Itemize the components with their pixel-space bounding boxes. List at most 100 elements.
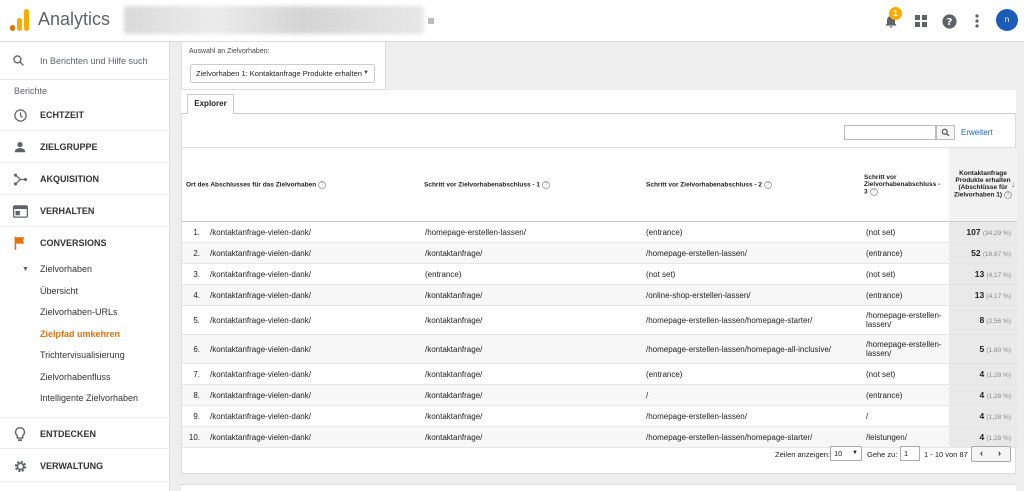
- cell-goal-completion[interactable]: /kontaktanfrage-vielen-dank/: [206, 242, 421, 264]
- col-header-goal-completion[interactable]: Ort des Abschlusses für das Zielvorhaben…: [182, 147, 421, 222]
- row-index: 8.: [182, 384, 206, 406]
- cell-step-1[interactable]: /kontaktanfrage/: [421, 305, 642, 335]
- nav-label: VERHALTEN: [40, 206, 95, 216]
- cell-goal-completion[interactable]: /kontaktanfrage-vielen-dank/: [206, 384, 421, 406]
- col-header-goal-completions[interactable]: Kontaktanfrage Produkte erhalten (Abschl…: [949, 147, 1017, 222]
- col-header-step-3[interactable]: Schritt vor Zielvorhabenabschluss - 3?: [862, 147, 949, 222]
- cell-step-3[interactable]: (entrance): [862, 242, 949, 264]
- goto-input[interactable]: 1: [900, 446, 920, 461]
- behavior-icon: [12, 203, 28, 219]
- nav-item-conversions[interactable]: CONVERSIONS: [0, 227, 170, 259]
- search-input[interactable]: In Berichten und Hilfe such: [40, 56, 148, 66]
- analytics-logo-icon[interactable]: [10, 9, 30, 31]
- cell-step-3[interactable]: (not set): [862, 363, 949, 385]
- cell-step-2[interactable]: /homepage-erstellen-lassen/homepage-all-…: [642, 334, 862, 364]
- sub-item-zielvorhabenfluss[interactable]: Zielvorhabenfluss: [40, 372, 111, 382]
- prev-page-icon[interactable]: ‹: [980, 448, 983, 458]
- help-icon[interactable]: ?: [763, 180, 772, 189]
- cell-step-1[interactable]: /kontaktanfrage/: [421, 284, 642, 306]
- table-row: 4./kontaktanfrage-vielen-dank//kontaktan…: [182, 284, 1017, 306]
- nav-item-echtzeit[interactable]: ECHTZEIT: [0, 99, 170, 131]
- account-dropdown-icon[interactable]: [428, 18, 434, 24]
- nav-item-akquisition[interactable]: AKQUISITION: [0, 163, 170, 195]
- apps-grid-icon[interactable]: [910, 10, 932, 32]
- col-header-step-1[interactable]: Schritt vor Zielvorhabenabschluss - 1?: [421, 147, 642, 222]
- nav-item-entdecken[interactable]: ENTDECKEN: [0, 417, 170, 449]
- cell-step-1[interactable]: /kontaktanfrage/: [421, 334, 642, 364]
- metric-value: 4: [979, 369, 985, 379]
- cell-goal-completions: 4 (1,28 %): [949, 426, 1017, 448]
- advanced-filter-link[interactable]: Erweitert: [961, 128, 993, 137]
- help-icon[interactable]: ?: [869, 187, 878, 196]
- goal-selector-label: Auswahl an Zielvorhaben:: [189, 48, 270, 55]
- cell-step-1[interactable]: /kontaktanfrage/: [421, 426, 642, 448]
- more-vert-icon[interactable]: [966, 10, 988, 32]
- section-label: Berichte: [14, 86, 48, 96]
- cell-goal-completion[interactable]: /kontaktanfrage-vielen-dank/: [206, 334, 421, 364]
- search-icon: [12, 54, 25, 72]
- sub-item-zielpfad-umkehren[interactable]: Zielpfad umkehren: [40, 329, 120, 339]
- cell-goal-completion[interactable]: /kontaktanfrage-vielen-dank/: [206, 305, 421, 335]
- cell-step-2[interactable]: /homepage-erstellen-lassen/: [642, 242, 862, 264]
- cell-step-2[interactable]: /homepage-erstellen-lassen/: [642, 405, 862, 427]
- cell-step-3[interactable]: /homepage-erstellen-lassen/: [862, 334, 949, 364]
- tab-explorer[interactable]: Explorer: [187, 94, 234, 115]
- person-icon: [12, 139, 28, 155]
- caret-down-icon[interactable]: ▼: [22, 266, 29, 273]
- cell-step-3[interactable]: /leistungen/: [862, 426, 949, 448]
- cell-step-2[interactable]: /: [642, 384, 862, 406]
- sidebar-search[interactable]: In Berichten und Hilfe such: [0, 42, 170, 80]
- help-icon[interactable]: ?: [318, 180, 327, 189]
- nav-item-verwaltung[interactable]: VERWALTUNG: [0, 450, 170, 482]
- cell-step-2[interactable]: (not set): [642, 263, 862, 285]
- search-icon: [941, 128, 950, 137]
- nav-item-verhalten[interactable]: VERHALTEN: [0, 195, 170, 227]
- help-icon[interactable]: ?: [541, 180, 550, 189]
- nav-group-zielvorhaben[interactable]: Zielvorhaben: [40, 264, 92, 274]
- sub-item-uebersicht[interactable]: Übersicht: [40, 286, 78, 296]
- cell-step-3[interactable]: /: [862, 405, 949, 427]
- metric-percent: (34,29 %): [982, 230, 1011, 237]
- cell-step-2[interactable]: /homepage-erstellen-lassen/homepage-star…: [642, 426, 862, 448]
- cell-step-3[interactable]: (entrance): [862, 384, 949, 406]
- cell-step-3[interactable]: /homepage-erstellen-lassen/: [862, 305, 949, 335]
- avatar[interactable]: n: [996, 9, 1018, 31]
- cell-goal-completion[interactable]: /kontaktanfrage-vielen-dank/: [206, 405, 421, 427]
- sub-item-trichtervisualisierung[interactable]: Trichtervisualisierung: [40, 350, 125, 360]
- cell-step-2[interactable]: (entrance): [642, 221, 862, 243]
- sub-item-zielvorhaben-urls[interactable]: Zielvorhaben-URLs: [40, 307, 118, 317]
- table-row: 10./kontaktanfrage-vielen-dank//kontakta…: [182, 426, 1017, 448]
- rows-select[interactable]: 10 ▼: [830, 446, 862, 461]
- cell-step-1[interactable]: /homepage-erstellen-lassen/: [421, 221, 642, 243]
- report-table: Ort des Abschlusses für das Zielvorhaben…: [182, 147, 1017, 448]
- cell-goal-completion[interactable]: /kontaktanfrage-vielen-dank/: [206, 363, 421, 385]
- cell-step-1[interactable]: (entrance): [421, 263, 642, 285]
- help-icon[interactable]: ?: [938, 10, 960, 32]
- cell-step-2[interactable]: (entrance): [642, 363, 862, 385]
- table-search-button[interactable]: [936, 125, 955, 140]
- nav-item-zielgruppe[interactable]: ZIELGRUPPE: [0, 131, 170, 163]
- sort-desc-icon[interactable]: ↓: [1011, 180, 1015, 189]
- cell-step-3[interactable]: (not set): [862, 221, 949, 243]
- cell-step-1[interactable]: /kontaktanfrage/: [421, 405, 642, 427]
- cell-step-1[interactable]: /kontaktanfrage/: [421, 384, 642, 406]
- cell-goal-completion[interactable]: /kontaktanfrage-vielen-dank/: [206, 263, 421, 285]
- goal-select[interactable]: Zielvorhaben 1: Kontaktanfrage Produkte …: [190, 64, 375, 83]
- cell-goal-completion[interactable]: /kontaktanfrage-vielen-dank/: [206, 221, 421, 243]
- col-header-step-2[interactable]: Schritt vor Zielvorhabenabschluss - 2?: [642, 147, 862, 222]
- cell-step-2[interactable]: /homepage-erstellen-lassen/homepage-star…: [642, 305, 862, 335]
- cell-step-1[interactable]: /kontaktanfrage/: [421, 242, 642, 264]
- next-page-icon[interactable]: ›: [998, 448, 1001, 458]
- cell-step-3[interactable]: (not set): [862, 263, 949, 285]
- account-selector[interactable]: [124, 6, 424, 34]
- cell-step-3[interactable]: (entrance): [862, 284, 949, 306]
- cell-goal-completion[interactable]: /kontaktanfrage-vielen-dank/: [206, 426, 421, 448]
- cell-step-1[interactable]: /kontaktanfrage/: [421, 363, 642, 385]
- cell-step-2[interactable]: /online-shop-erstellen-lassen/: [642, 284, 862, 306]
- cell-goal-completion[interactable]: /kontaktanfrage-vielen-dank/: [206, 284, 421, 306]
- acquisition-icon: [12, 171, 28, 187]
- help-icon[interactable]: ?: [1004, 191, 1013, 199]
- sub-item-intelligente-zielvorhaben[interactable]: Intelligente Zielvorhaben: [40, 393, 138, 403]
- table-search-input[interactable]: [844, 125, 936, 140]
- metric-percent: (1,60 %): [986, 347, 1011, 354]
